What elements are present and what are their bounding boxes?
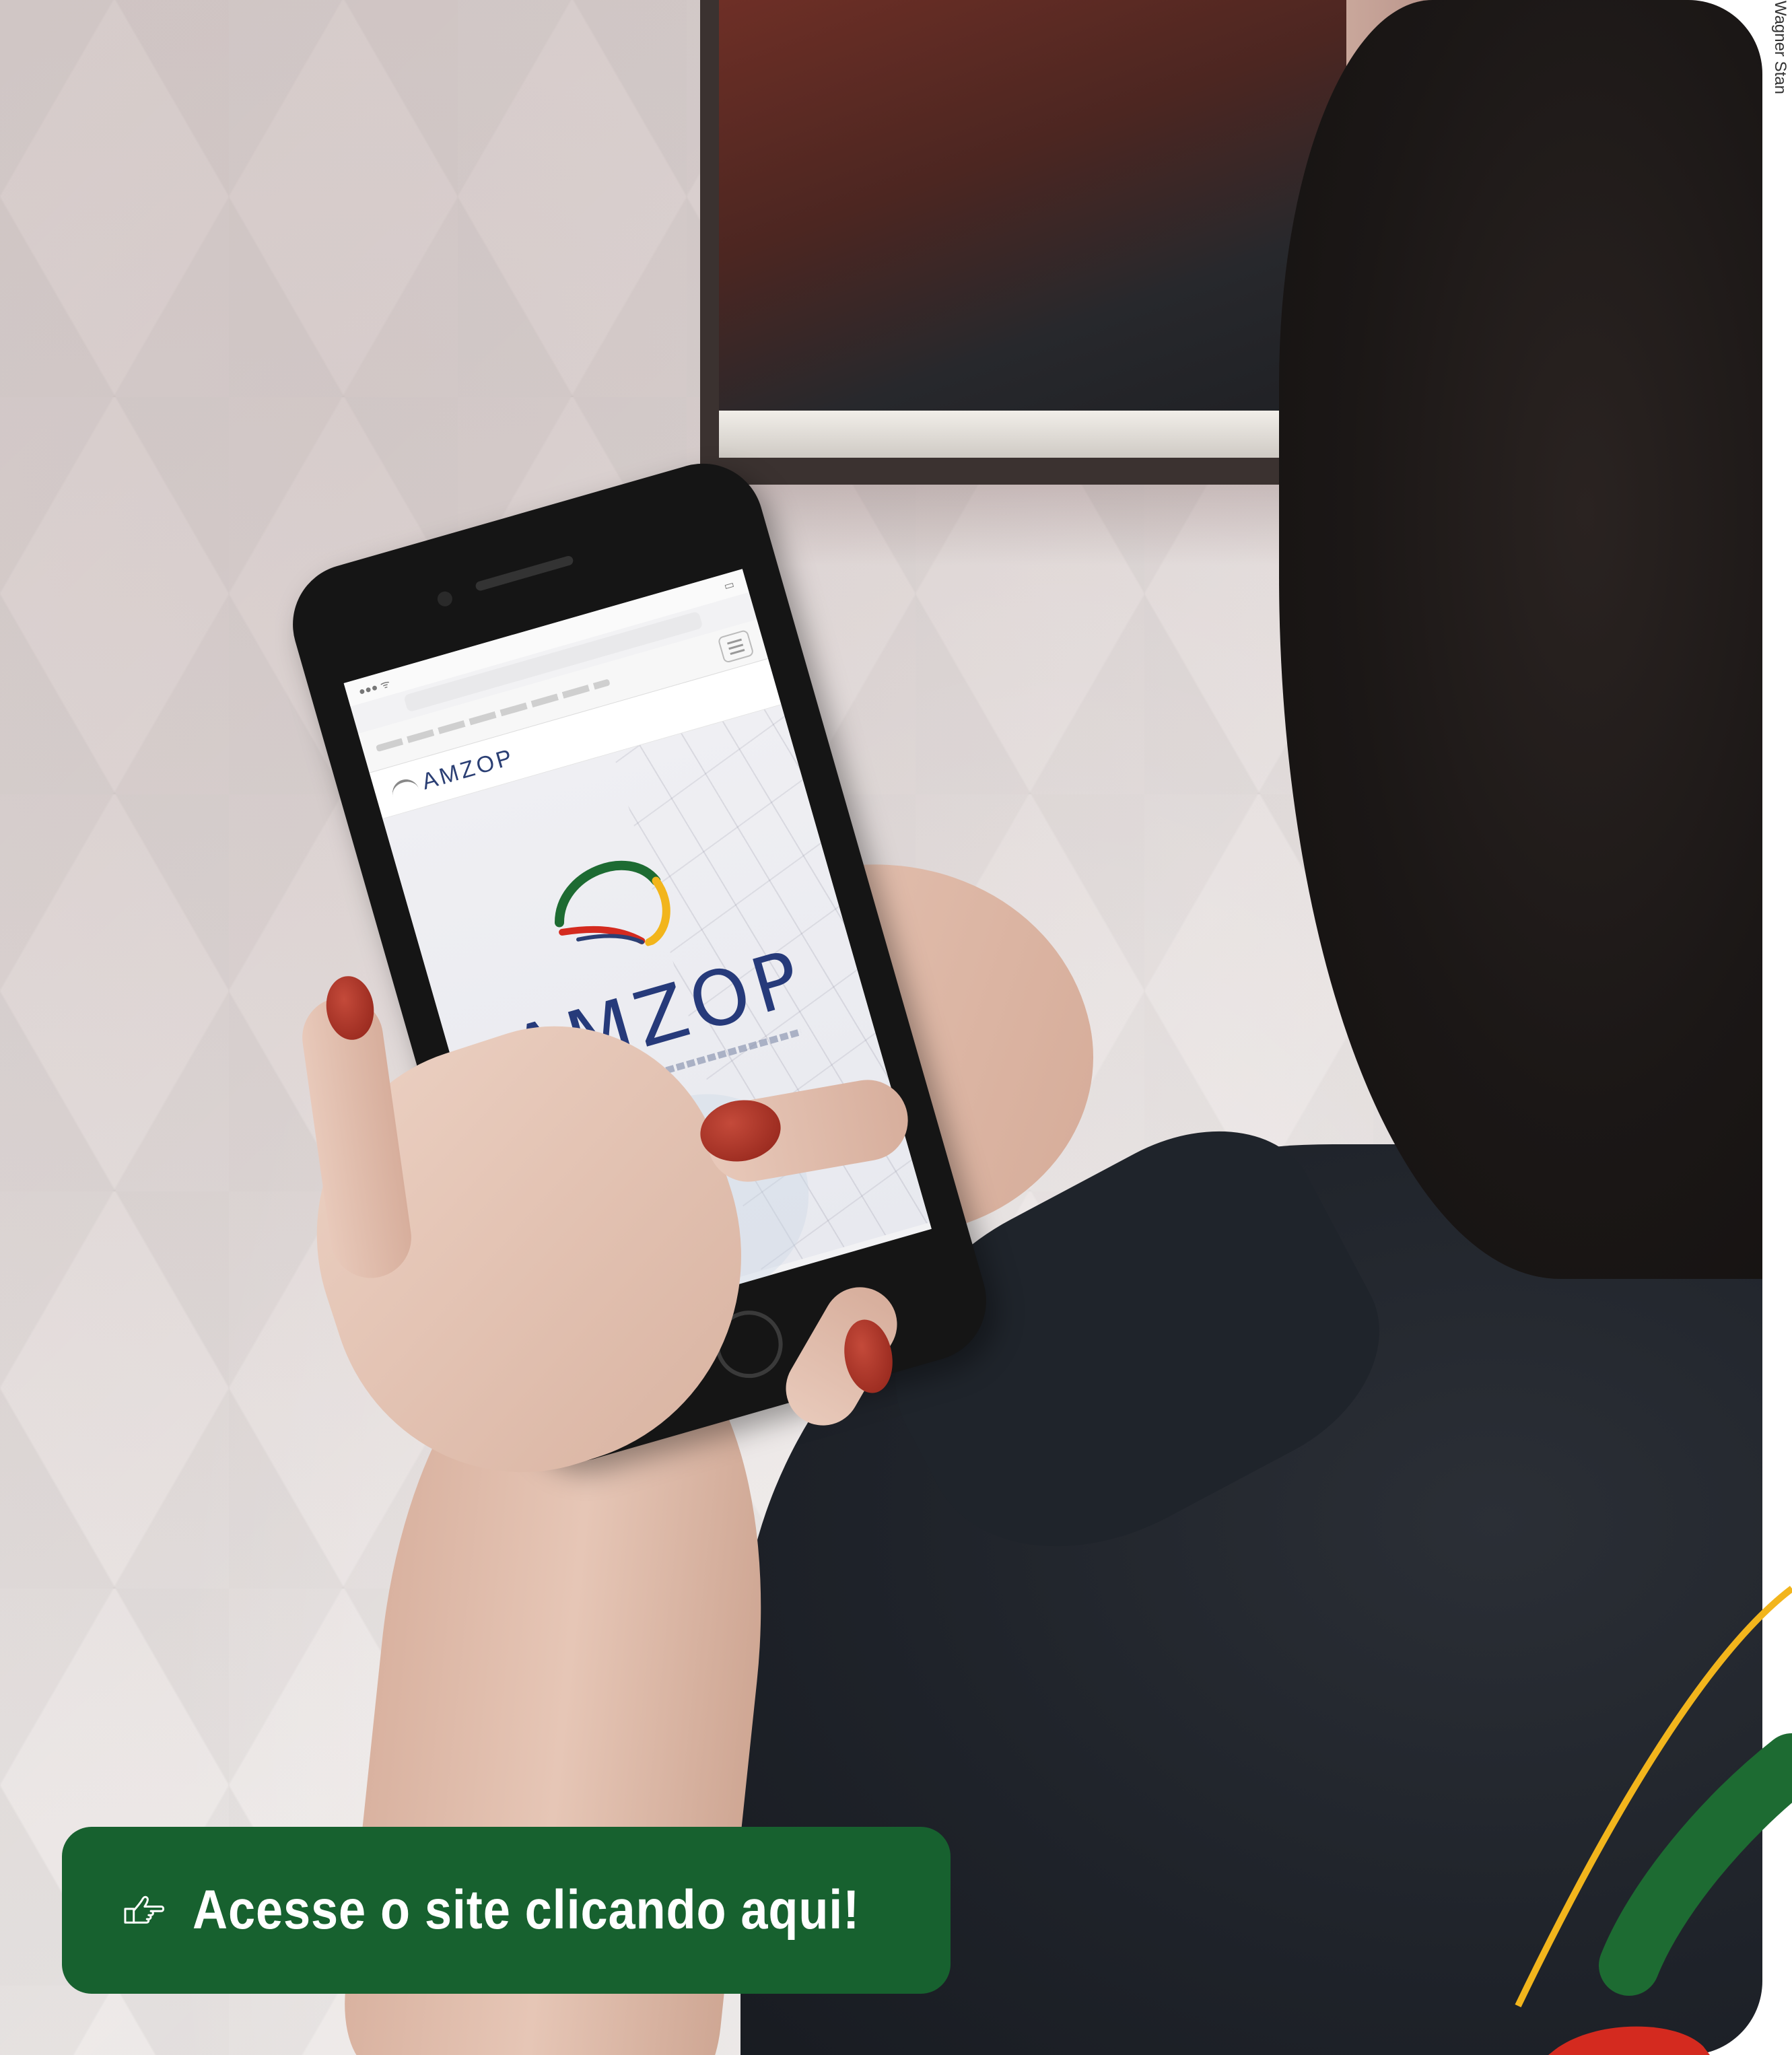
visit-site-button[interactable]: Acesse o site clicando aqui! [62,1827,951,1994]
amzop-logo-icon [554,860,670,946]
brand-swoosh-icon [1515,1586,1792,2055]
hamburger-menu-icon [717,629,755,664]
logo-arc-icon [389,776,420,800]
hero-photo: ●●● ᯤ ▭ AMZOP AMZOP [0,0,1762,2055]
pointing-hand-icon [124,1895,164,1924]
photo-credit: Wagner Stan [1771,0,1789,94]
visit-site-label: Acesse o site clicando aqui! [192,1879,860,1941]
front-camera-icon [436,590,454,608]
earpiece [474,555,575,592]
